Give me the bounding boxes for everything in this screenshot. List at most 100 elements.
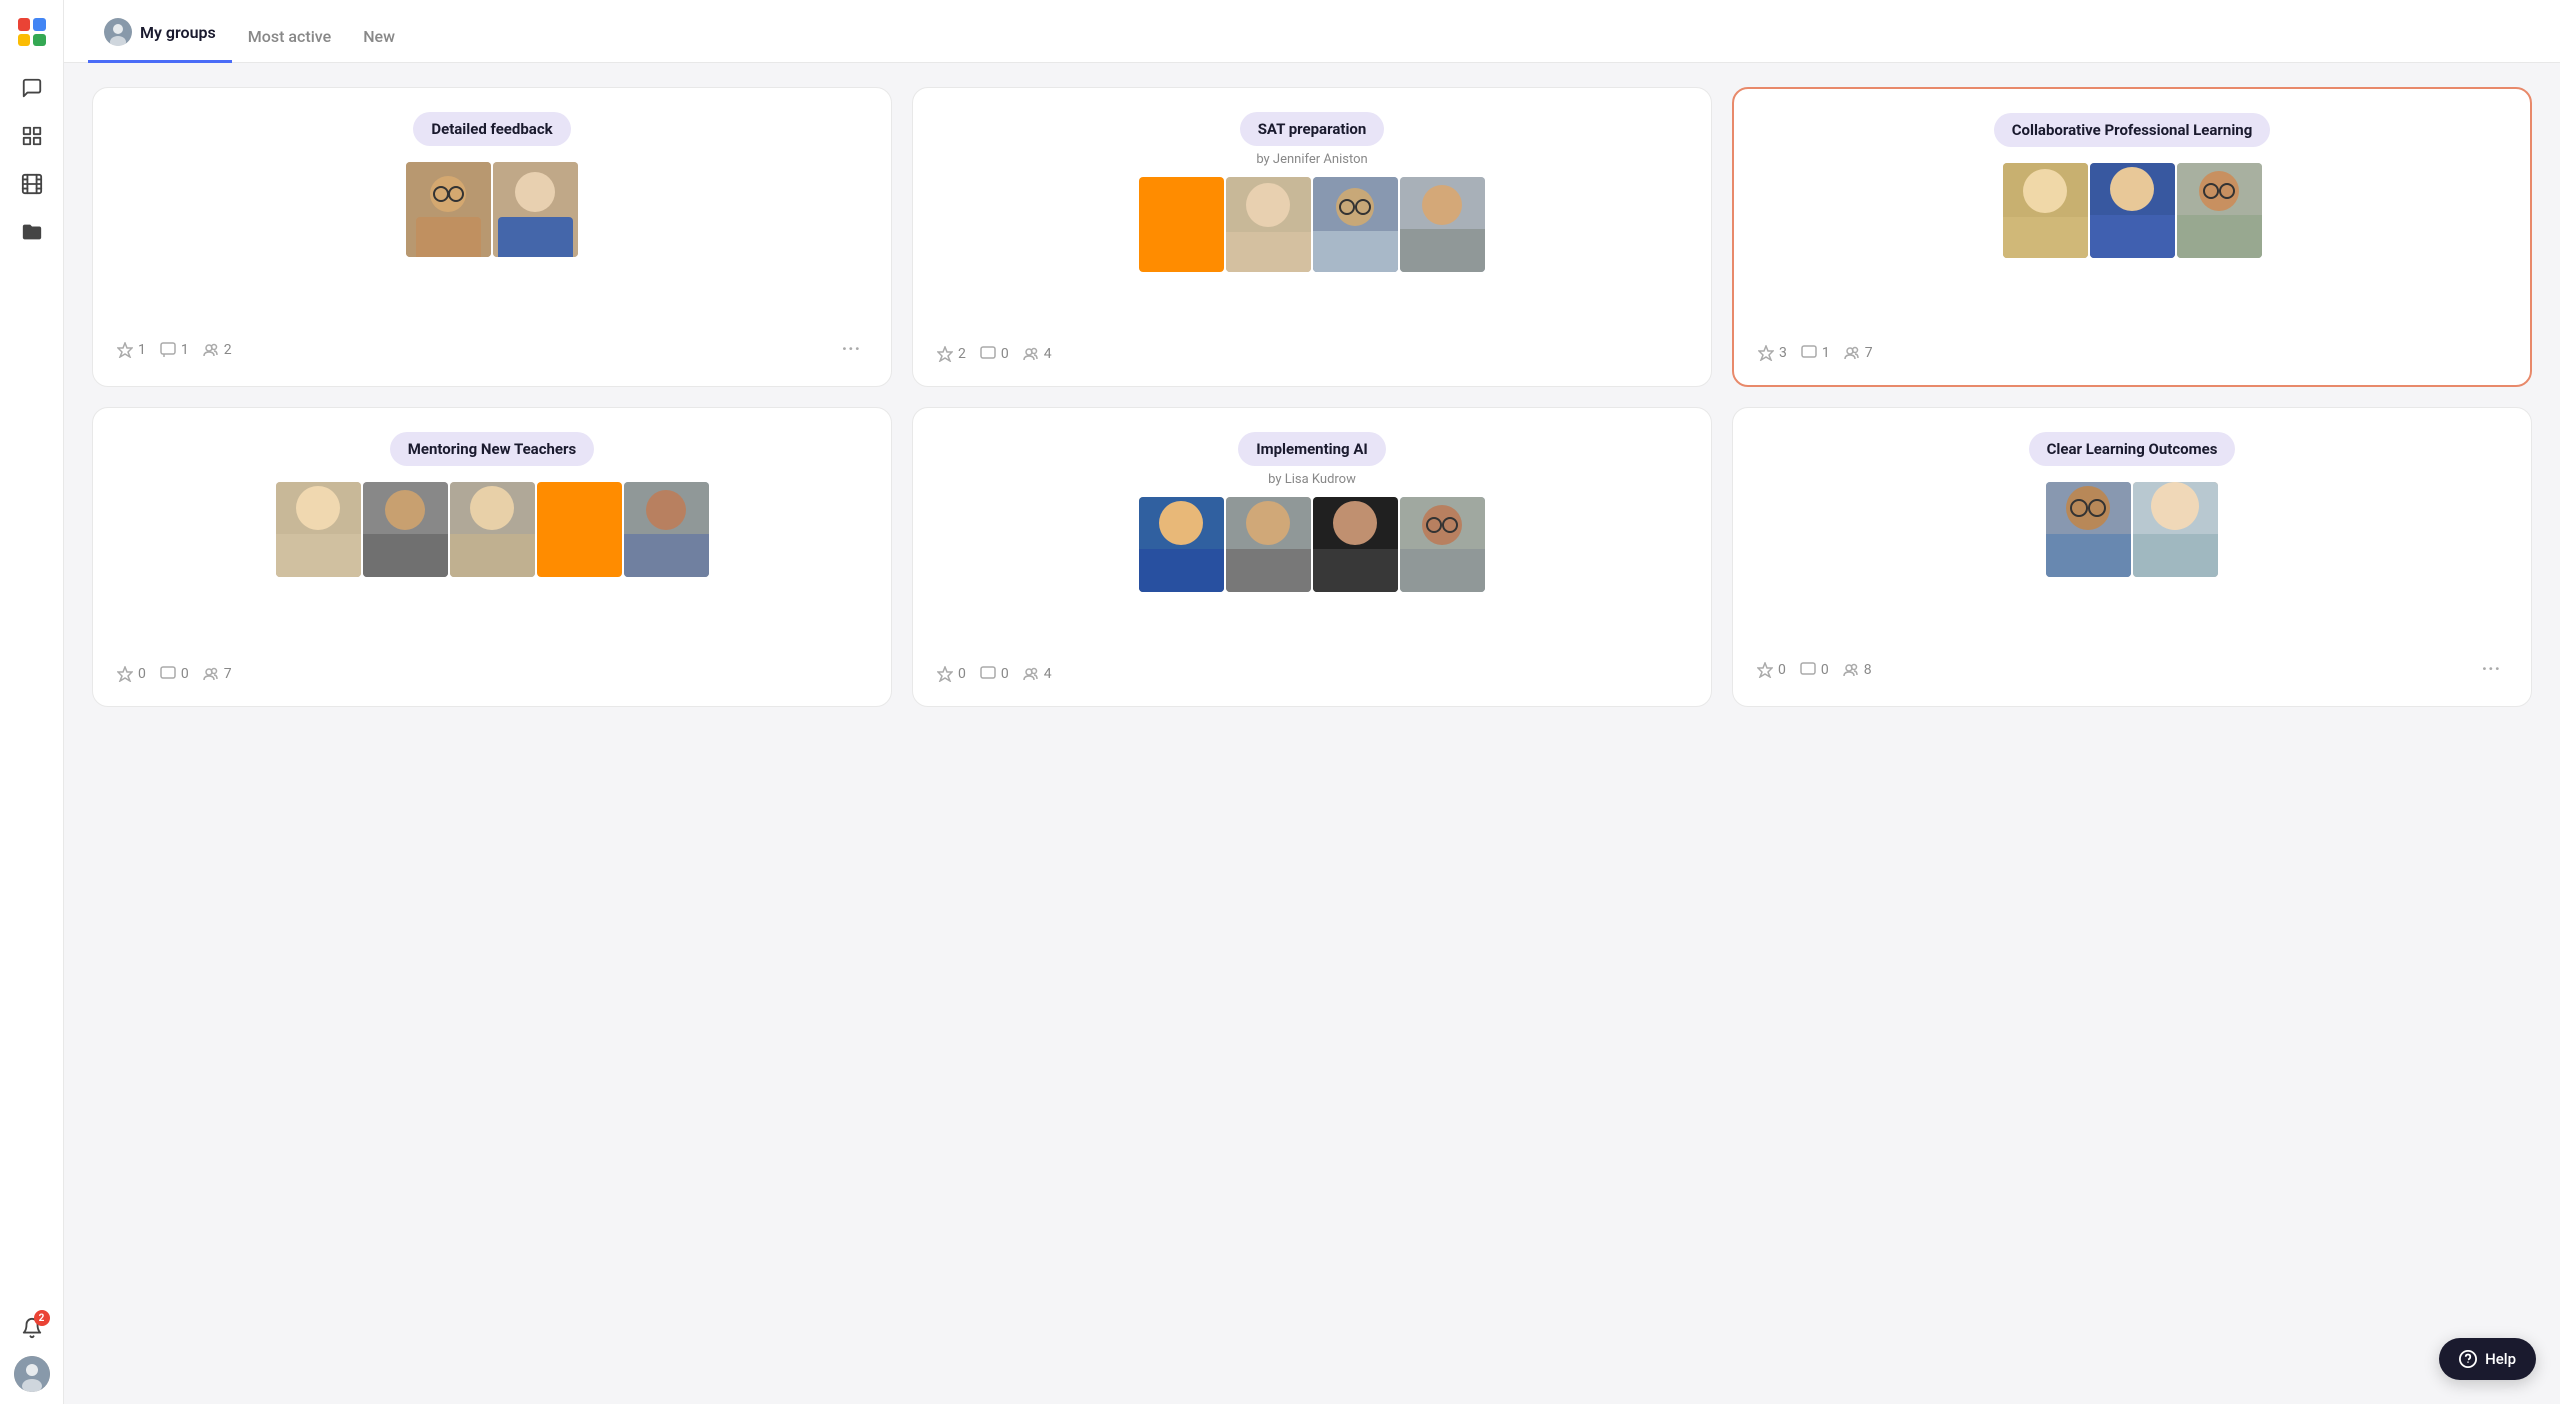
member-photos	[117, 162, 867, 321]
comments-count: 0	[1800, 662, 1829, 678]
member-photo-2	[1226, 497, 1311, 592]
tab-most-active-label: Most active	[248, 27, 331, 46]
member-photo-2	[2133, 482, 2218, 577]
members-count: 4	[1023, 666, 1052, 682]
member-photo-orange	[1139, 177, 1224, 272]
app-logo[interactable]	[12, 12, 52, 52]
card-spacer	[117, 577, 867, 650]
card-spacer	[937, 592, 1687, 650]
members-count: 4	[1023, 346, 1052, 362]
members-count: 7	[203, 666, 232, 682]
member-photo-3	[2177, 163, 2262, 258]
more-options-button[interactable]: ···	[2476, 657, 2507, 682]
card-spacer	[1758, 258, 2506, 329]
group-title-badge: Detailed feedback	[413, 112, 570, 146]
group-subtitle: by Lisa Kudrow	[937, 472, 1687, 487]
group-title-wrap: Collaborative Professional Learning	[1758, 113, 2506, 147]
members-count: 7	[1844, 345, 1873, 361]
sidebar-bottom: 2	[12, 1308, 52, 1392]
comments-count: 0	[160, 666, 189, 682]
user-avatar[interactable]	[14, 1356, 50, 1392]
member-photo-3	[450, 482, 535, 577]
member-photo-1	[406, 162, 491, 257]
comments-count: 0	[980, 666, 1009, 682]
card-footer: 3 1 7	[1758, 329, 2506, 361]
tab-my-groups-label: My groups	[140, 23, 216, 42]
member-photo-2	[493, 162, 578, 257]
group-title-wrap: Clear Learning Outcomes	[1757, 432, 2507, 466]
group-card-mentoring[interactable]: Mentoring New Teachers	[92, 407, 892, 707]
tab-most-active[interactable]: Most active	[232, 9, 347, 63]
tab-my-groups[interactable]: My groups	[88, 0, 232, 63]
main-content: My groups Most active New Detailed feedb…	[64, 0, 2560, 1404]
card-footer: 0 0 4	[937, 650, 1687, 682]
tab-new[interactable]: New	[347, 9, 411, 63]
group-title-wrap: Implementing AI	[937, 432, 1687, 466]
group-card-implementing-ai[interactable]: Implementing AI by Lisa Kudrow	[912, 407, 1712, 707]
member-photos	[1757, 482, 2507, 577]
notification-wrapper[interactable]: 2	[12, 1308, 52, 1348]
help-button[interactable]: Help	[2439, 1338, 2536, 1380]
group-card-collaborative[interactable]: Collaborative Professional Learning	[1732, 87, 2532, 387]
members-count: 8	[1843, 662, 1872, 678]
member-photo-1	[276, 482, 361, 577]
tab-new-label: New	[363, 27, 395, 46]
group-card-clear-learning[interactable]: Clear Learning Outcomes	[1732, 407, 2532, 707]
member-photo-orange	[537, 482, 622, 577]
help-label: Help	[2485, 1350, 2516, 1368]
comments-count: 1	[160, 342, 189, 358]
stars-count: 2	[937, 346, 966, 362]
chat-icon[interactable]	[12, 68, 52, 108]
member-photo-1	[1139, 497, 1224, 592]
more-options-button[interactable]: ···	[836, 337, 867, 362]
member-photos	[117, 482, 867, 577]
member-photos	[937, 177, 1687, 330]
card-footer: 2 0 4	[937, 330, 1687, 362]
stars-count: 3	[1758, 345, 1787, 361]
group-title-wrap: SAT preparation	[937, 112, 1687, 146]
tabs-bar: My groups Most active New	[64, 0, 2560, 63]
card-footer: 1 1 2	[117, 321, 867, 362]
group-title-badge: SAT preparation	[1240, 112, 1385, 146]
member-photo-1	[2046, 482, 2131, 577]
group-card-sat-preparation[interactable]: SAT preparation by Jennifer Aniston	[912, 87, 1712, 387]
member-photo-2	[2090, 163, 2175, 258]
film-icon[interactable]	[12, 164, 52, 204]
member-photo-4	[1400, 497, 1485, 592]
tab-avatar	[104, 18, 132, 46]
sidebar: 2	[0, 0, 64, 1404]
member-photo-2	[1226, 177, 1311, 272]
card-footer: 0 0 7	[117, 650, 867, 682]
member-photo-4	[1400, 177, 1485, 272]
group-title-wrap: Mentoring New Teachers	[117, 432, 867, 466]
members-count: 2	[203, 342, 232, 358]
member-photo-3	[1313, 177, 1398, 272]
folder-icon[interactable]	[12, 212, 52, 252]
stars-count: 0	[117, 666, 146, 682]
group-card-detailed-feedback[interactable]: Detailed feedback	[92, 87, 892, 387]
stars-count: 0	[1757, 662, 1786, 678]
group-title-badge: Implementing AI	[1238, 432, 1386, 466]
member-photo-1	[2003, 163, 2088, 258]
help-icon	[2459, 1350, 2477, 1368]
group-subtitle: by Jennifer Aniston	[937, 152, 1687, 167]
member-photos	[937, 497, 1687, 592]
card-spacer	[1757, 577, 2507, 641]
stars-count: 0	[937, 666, 966, 682]
group-title-wrap: Detailed feedback	[117, 112, 867, 146]
group-title-badge: Collaborative Professional Learning	[1994, 113, 2271, 147]
member-photo-2	[363, 482, 448, 577]
stars-count: 1	[117, 342, 146, 358]
card-footer: 0 0 8	[1757, 641, 2507, 682]
member-photos	[1758, 163, 2506, 258]
member-photo-3	[1313, 497, 1398, 592]
member-photo-5	[624, 482, 709, 577]
comments-count: 1	[1801, 345, 1830, 361]
comments-count: 0	[980, 346, 1009, 362]
group-title-badge: Clear Learning Outcomes	[2029, 432, 2236, 466]
groups-grid: Detailed feedback	[92, 87, 2532, 707]
notification-badge: 2	[34, 1310, 50, 1326]
group-title-badge: Mentoring New Teachers	[390, 432, 594, 466]
groups-container: Detailed feedback	[64, 63, 2560, 1404]
grid-icon[interactable]	[12, 116, 52, 156]
